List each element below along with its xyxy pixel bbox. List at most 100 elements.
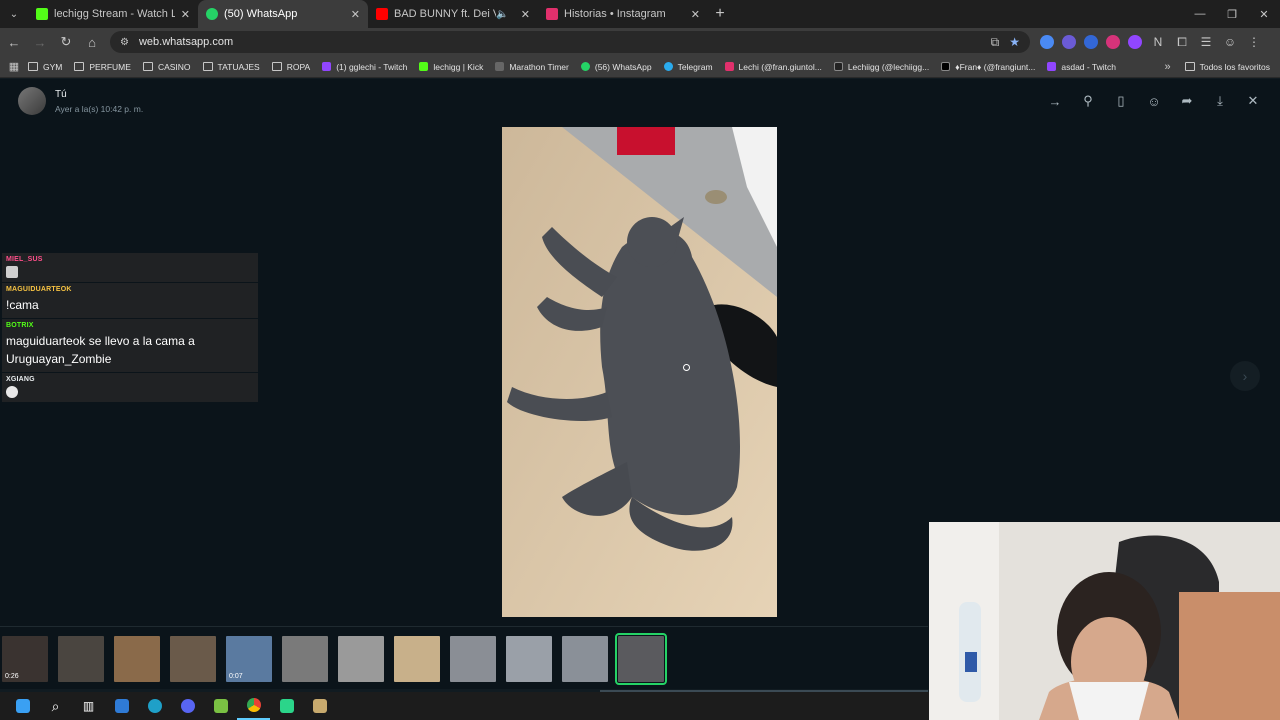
bookmark-twitch-asdad[interactable]: asdad - Twitch bbox=[1047, 62, 1116, 72]
new-tab-icon[interactable]: + bbox=[708, 5, 732, 23]
bookmark-icon[interactable]: ▯ bbox=[1112, 92, 1130, 110]
tab-close-icon[interactable]: ✕ bbox=[691, 8, 700, 21]
install-app-icon[interactable]: ⧉ bbox=[991, 35, 1000, 50]
extension-icon[interactable] bbox=[1084, 35, 1098, 49]
chrome-icon[interactable] bbox=[237, 692, 270, 720]
home-icon[interactable]: ⌂ bbox=[80, 30, 104, 54]
chat-username: BOTRIX bbox=[6, 322, 34, 329]
apps-grid-icon[interactable]: ▦ bbox=[0, 60, 28, 73]
media-thumbnail[interactable] bbox=[170, 635, 216, 682]
bookmark-folder-casino[interactable]: CASINO bbox=[142, 61, 191, 72]
discord-icon[interactable] bbox=[171, 692, 204, 720]
bookmark-label: CASINO bbox=[157, 61, 191, 72]
all-bookmarks[interactable]: Todos los favoritos bbox=[1184, 62, 1270, 72]
task-view-icon[interactable]: ▥ bbox=[72, 692, 105, 720]
extension-icon[interactable] bbox=[1128, 35, 1142, 49]
bookmark-label: (56) WhatsApp bbox=[594, 61, 652, 72]
media-thumbnail[interactable] bbox=[450, 635, 496, 682]
close-icon[interactable]: ✕ bbox=[1244, 92, 1262, 110]
tab-close-icon[interactable]: ✕ bbox=[181, 8, 190, 21]
forward-nav-icon[interactable]: → bbox=[28, 30, 52, 54]
media-thumbnail-selected[interactable] bbox=[615, 632, 667, 685]
kick-icon[interactable] bbox=[270, 692, 303, 720]
media-thumbnail[interactable] bbox=[282, 635, 328, 682]
media-thumbnail[interactable]: 0:26 bbox=[2, 635, 48, 682]
folder-icon bbox=[28, 62, 38, 71]
bookmark-label: Marathon Timer bbox=[509, 61, 569, 72]
bookmark-whatsapp[interactable]: (56) WhatsApp bbox=[580, 61, 652, 72]
bookmark-folder-gym[interactable]: GYM bbox=[28, 62, 62, 72]
extension-icon[interactable] bbox=[1106, 35, 1120, 49]
speaker-icon[interactable]: 🔈 bbox=[496, 9, 508, 20]
site-info-icon[interactable]: ⚙ bbox=[120, 37, 129, 48]
bookmark-folder-tatuajes[interactable]: TATUAJES bbox=[202, 62, 260, 72]
bookmark-tiktok[interactable]: Lechiigg (@lechiigg... bbox=[833, 62, 929, 72]
whatsapp-icon bbox=[580, 62, 590, 71]
reading-list-icon[interactable]: ☰ bbox=[1198, 35, 1214, 49]
windows-icon[interactable] bbox=[6, 692, 39, 720]
go-to-message-icon[interactable]: → bbox=[1046, 92, 1064, 110]
bookmark-telegram[interactable]: Telegram bbox=[663, 61, 713, 72]
tab-search-icon[interactable]: ⌄ bbox=[0, 0, 28, 28]
chat-username: MAGUIDUARTEOK bbox=[6, 286, 72, 293]
avatar[interactable] bbox=[18, 87, 46, 115]
bookmark-label: ♦Fran♦ (@frangiunt... bbox=[955, 61, 1036, 72]
media-thumbnail[interactable] bbox=[114, 635, 160, 682]
tab-instagram[interactable]: Historias • Instagram ✕ bbox=[538, 0, 708, 28]
window-close-icon[interactable]: ✕ bbox=[1248, 0, 1280, 28]
tab-whatsapp[interactable]: (50) WhatsApp ✕ bbox=[198, 0, 368, 28]
url-bar[interactable]: ⚙ web.whatsapp.com ⧉ ★ bbox=[110, 31, 1030, 53]
telegram-icon bbox=[663, 62, 673, 71]
forward-icon[interactable]: ➦ bbox=[1178, 92, 1196, 110]
bookmark-twitch-gglechi[interactable]: (1) gglechi - Twitch bbox=[322, 62, 407, 72]
emoji-icon[interactable]: ☺ bbox=[1145, 92, 1163, 110]
media-thumbnail[interactable] bbox=[394, 635, 440, 682]
menu-kebab-icon[interactable]: ⋮ bbox=[1246, 35, 1262, 49]
restore-icon[interactable]: ❐ bbox=[1216, 0, 1248, 28]
extension-icon[interactable] bbox=[1040, 35, 1054, 49]
star-icon[interactable]: ★ bbox=[1009, 35, 1020, 50]
back-icon[interactable]: ← bbox=[2, 30, 26, 54]
explorer-icon[interactable] bbox=[105, 692, 138, 720]
media-thumbnail[interactable] bbox=[338, 635, 384, 682]
bookmark-label: Telegram bbox=[677, 61, 713, 72]
pin-icon[interactable]: ⚲ bbox=[1079, 92, 1097, 110]
bookmark-x[interactable]: ♦Fran♦ (@frangiunt... bbox=[941, 62, 1035, 72]
bookmark-folder-perfume[interactable]: PERFUME bbox=[74, 62, 131, 72]
next-media-button[interactable]: › bbox=[1230, 361, 1260, 391]
search-icon[interactable]: ⌕ bbox=[39, 692, 72, 720]
chat-message: BOTRIX maguiduarteok se llevo a la cama … bbox=[2, 319, 258, 372]
minimize-icon[interactable]: — bbox=[1184, 0, 1216, 28]
app-icon[interactable] bbox=[204, 692, 237, 720]
tab-close-icon[interactable]: ✕ bbox=[521, 8, 530, 21]
bookmark-marathon-timer[interactable]: Marathon Timer bbox=[495, 62, 569, 72]
media-thumbnail[interactable] bbox=[506, 635, 552, 682]
puzzle-icon[interactable]: ⧠ bbox=[1174, 35, 1190, 50]
reload-icon[interactable]: ↻ bbox=[54, 30, 78, 54]
bookmark-label: asdad - Twitch bbox=[1061, 61, 1117, 72]
stream-chat-overlay: MIEL_SUS MAGUIDUARTEOK !cama BOTRIX magu… bbox=[2, 253, 258, 403]
twitch-icon bbox=[322, 62, 332, 71]
chat-message: MIEL_SUS bbox=[2, 253, 258, 282]
media-thumbnail[interactable]: 0:07 bbox=[226, 635, 272, 682]
profile-icon[interactable]: ☺ bbox=[1222, 35, 1238, 49]
tab-kick[interactable]: lechigg Stream - Watch Live on ✕ bbox=[28, 0, 198, 28]
extension-icon[interactable]: N bbox=[1150, 35, 1166, 49]
league-icon[interactable] bbox=[303, 692, 336, 720]
bookmark-folder-ropa[interactable]: ROPA bbox=[271, 62, 310, 72]
bookmark-instagram[interactable]: Lechi (@fran.giuntol... bbox=[724, 62, 822, 72]
tab-close-icon[interactable]: ✕ bbox=[351, 8, 360, 21]
app-logo bbox=[213, 699, 228, 713]
extension-icon[interactable] bbox=[1062, 35, 1076, 49]
bookmark-kick[interactable]: lechigg | Kick bbox=[419, 62, 483, 72]
download-icon[interactable]: ⤓ bbox=[1211, 92, 1229, 110]
folder-icon bbox=[1184, 62, 1195, 71]
media-image[interactable] bbox=[502, 127, 777, 617]
tab-label: lechigg Stream - Watch Live on bbox=[54, 8, 175, 20]
tab-youtube[interactable]: BAD BUNNY ft. Dei V, Omar 🔈 ✕ bbox=[368, 0, 538, 28]
media-thumbnail[interactable] bbox=[58, 635, 104, 682]
media-thumbnail[interactable] bbox=[562, 635, 608, 682]
edge-icon[interactable] bbox=[138, 692, 171, 720]
chat-message: MAGUIDUARTEOK !cama bbox=[2, 283, 258, 318]
bookmarks-overflow-icon[interactable]: » bbox=[1164, 61, 1170, 73]
